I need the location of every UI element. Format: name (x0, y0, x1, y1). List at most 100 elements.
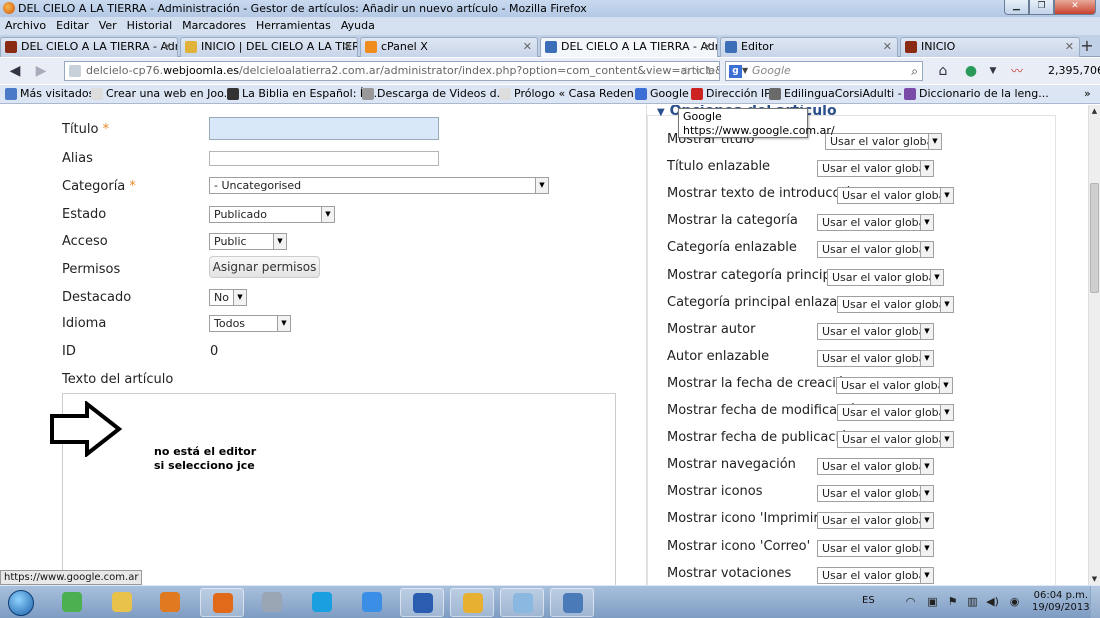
idioma-select[interactable]: Todos ▼ (209, 315, 291, 332)
close-tab-icon[interactable]: ✕ (163, 38, 172, 56)
taskbar-explorer[interactable] (100, 588, 144, 617)
option-select[interactable]: Usar el valor global ▼ (817, 540, 934, 557)
menu-ver[interactable]: Ver (94, 17, 122, 35)
tab-5[interactable]: Editor ✕ (720, 37, 898, 57)
option-select[interactable]: Usar el valor global ▼ (817, 485, 934, 502)
tab-1[interactable]: DEL CIELO A LA TIERRA - Admin...✕ (0, 37, 178, 57)
scrollbar-thumb[interactable] (1090, 183, 1099, 293)
bookmark-item[interactable]: Prólogo « Casa Reden... (498, 85, 644, 103)
menu-historial[interactable]: Historial (122, 17, 177, 35)
categoria-select[interactable]: - Uncategorised ▼ (209, 177, 549, 194)
menu-archivo[interactable]: Archivo (0, 17, 51, 35)
taskbar-messenger[interactable] (450, 588, 494, 617)
site-identity-icon[interactable] (69, 65, 81, 77)
maximize-button[interactable]: ❐ (1029, 0, 1054, 15)
scroll-down-icon[interactable]: ▼ (1089, 573, 1100, 585)
bookmark-item[interactable]: Más visitados (4, 85, 94, 103)
bookmark-star-icon[interactable]: ☆ ▿ ↻ (681, 62, 715, 80)
bookmark-item[interactable]: Dirección IP (690, 85, 771, 103)
home-icon[interactable]: ⌂ (934, 62, 952, 80)
close-tab-icon[interactable]: ✕ (883, 38, 892, 56)
volume-icon[interactable]: ◀) (986, 596, 999, 608)
tab-3[interactable]: cPanel X ✕ (360, 37, 538, 57)
rank-graph-icon[interactable]: 〰 (1008, 62, 1026, 80)
taskbar-firefox[interactable] (200, 588, 244, 617)
close-tab-icon[interactable]: ✕ (343, 38, 352, 56)
word-icon (413, 593, 433, 613)
option-select[interactable]: Usar el valor global ▼ (817, 512, 934, 529)
bookmark-item[interactable]: EdilinguaCorsiAdulti - ... (768, 85, 916, 103)
language-indicator[interactable]: ES (862, 595, 875, 606)
search-icon[interactable]: ⌕ (911, 62, 918, 80)
option-select[interactable]: Usar el valor global ▼ (817, 458, 934, 475)
option-select[interactable]: Usar el valor global ▼ (837, 296, 954, 313)
chevron-down-icon[interactable]: ▼ (984, 62, 1002, 80)
option-select[interactable]: Usar el valor global ▼ (817, 350, 934, 367)
tray-security-icon[interactable]: ◉ (1008, 596, 1021, 608)
close-tab-icon[interactable]: ✕ (1065, 38, 1074, 56)
asignar-permisos-button[interactable]: Asignar permisos (209, 256, 320, 278)
option-select[interactable]: Usar el valor global ▼ (817, 160, 934, 177)
system-clock[interactable]: 06:04 p.m. 19/09/2013 (1032, 590, 1090, 614)
start-button[interactable] (4, 588, 38, 617)
taskbar-internet-explorer[interactable] (350, 588, 394, 617)
option-select[interactable]: Usar el valor global ▼ (837, 431, 954, 448)
bookmark-item[interactable]: Descarga de Videos d... (361, 85, 507, 103)
network-icon[interactable]: ▥ (966, 596, 979, 608)
acceso-select[interactable]: Public ▼ (209, 233, 287, 250)
taskbar-word[interactable] (400, 588, 444, 617)
chevron-down-icon[interactable]: ▼ (742, 62, 748, 80)
destacado-select[interactable]: No ▼ (209, 289, 247, 306)
taskbar-screenshot[interactable] (550, 588, 594, 617)
bookmark-item[interactable]: La Biblia en Español: Ín... (226, 85, 381, 103)
option-select[interactable]: Usar el valor global ▼ (817, 323, 934, 340)
option-select[interactable]: Usar el valor global ▼ (836, 377, 953, 394)
tray-app-icon[interactable]: ▣ (926, 596, 939, 608)
option-select[interactable]: Usar el valor global ▼ (817, 241, 934, 258)
option-select[interactable]: Usar el valor global ▼ (825, 133, 942, 150)
close-tab-icon[interactable]: ✕ (703, 38, 712, 56)
flag-icon[interactable]: ⚑ (946, 596, 959, 608)
taskbar-skype[interactable] (300, 588, 344, 617)
alias-input[interactable] (209, 151, 439, 166)
close-window-button[interactable]: ✕ (1054, 0, 1096, 15)
vertical-scrollbar[interactable]: ▲ ▼ (1088, 105, 1100, 585)
permisos-label: Permisos (62, 262, 121, 277)
option-select[interactable]: Usar el valor global ▼ (837, 404, 954, 421)
tab-4[interactable]: DEL CIELO A LA TIERRA - Admin...✕ (540, 37, 718, 57)
taskbar-chrome[interactable] (50, 588, 94, 617)
menu-herramientas[interactable]: Herramientas (251, 17, 336, 35)
article-text-editor[interactable] (62, 393, 616, 585)
chrome-icon (62, 592, 82, 612)
menu-editar[interactable]: Editar (51, 17, 94, 35)
url-bar[interactable]: delcielo-cp76.webjoomla.es/delcieloalati… (64, 61, 720, 81)
menu-ayuda[interactable]: Ayuda (336, 17, 380, 35)
search-box[interactable]: g ▼ Google ⌕ (725, 61, 923, 81)
option-select[interactable]: Usar el valor global ▼ (837, 187, 954, 204)
bookmark-item[interactable]: Diccionario de la leng... (903, 85, 1049, 103)
estado-select[interactable]: Publicado ▼ (209, 206, 335, 223)
minimize-button[interactable]: ▁ (1004, 0, 1029, 15)
tray-expand-icon[interactable]: ◠ (904, 596, 917, 608)
option-select[interactable]: Usar el valor global ▼ (827, 269, 944, 286)
bookmarks-overflow-icon[interactable]: » (1084, 85, 1091, 103)
taskbar-media-player[interactable] (148, 588, 192, 617)
back-arrow-icon[interactable]: ◀ (6, 62, 24, 80)
close-tab-icon[interactable]: ✕ (523, 38, 532, 56)
bookmark-item[interactable]: Crear una web en Joo... (90, 85, 234, 103)
tab-2[interactable]: INICIO | DEL CIELO A LA TIERRA ✕ (180, 37, 358, 57)
forward-arrow-icon[interactable]: ▶ (32, 62, 50, 80)
bookmark-item[interactable]: Google (634, 85, 689, 103)
menu-marcadores[interactable]: Marcadores (177, 17, 251, 35)
new-tab-icon[interactable]: + (1078, 37, 1096, 55)
taskbar-paint[interactable] (500, 588, 544, 617)
google-search-engine-icon[interactable]: g (729, 65, 742, 78)
scroll-up-icon[interactable]: ▲ (1089, 105, 1100, 117)
taskbar-calculator[interactable] (250, 588, 294, 617)
titulo-input[interactable] (209, 117, 439, 140)
tab-6[interactable]: INICIO ✕ (900, 37, 1080, 57)
addon-icon[interactable]: ● (962, 62, 980, 80)
option-select[interactable]: Usar el valor global ▼ (817, 214, 934, 231)
show-desktop-button[interactable] (1090, 586, 1100, 618)
option-select[interactable]: Usar el valor global ▼ (817, 567, 934, 584)
